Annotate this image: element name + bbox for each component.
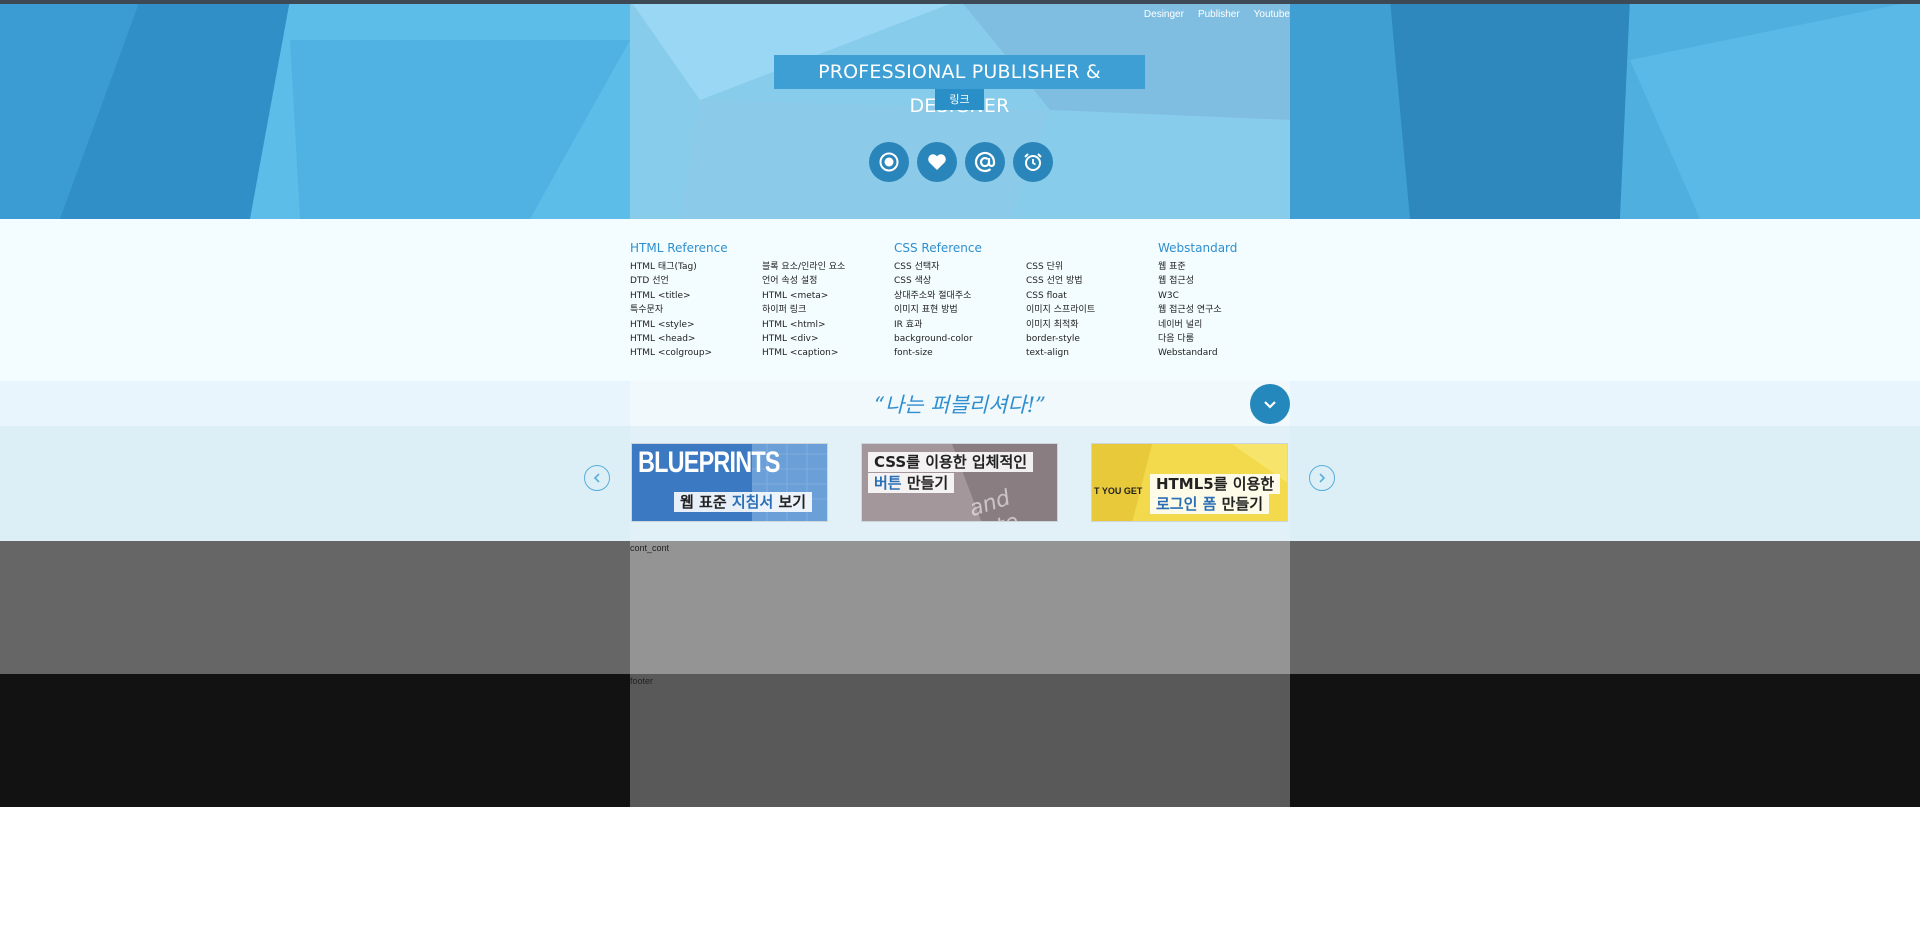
ref-link[interactable]: 특수문자 (630, 303, 728, 317)
caption-text: 보기 (773, 493, 807, 511)
ref-link[interactable]: text-align (1026, 346, 1095, 360)
caption-text: 만들기 (1216, 495, 1264, 513)
html-reference-title[interactable]: HTML Reference (630, 239, 728, 257)
banner-side-text: T YOU GET (1094, 486, 1143, 496)
heart-icon[interactable] (917, 142, 957, 182)
ref-link[interactable]: HTML 태그(Tag) (630, 260, 728, 274)
ref-link[interactable]: W3C (1158, 289, 1237, 303)
site-title: PROFESSIONAL PUBLISHER & DESIGNER (774, 55, 1145, 117)
nav-link-publisher[interactable]: Publisher (1198, 9, 1240, 20)
link-badge[interactable]: 링크 (935, 89, 984, 110)
alarm-icon[interactable] (1013, 142, 1053, 182)
banner-caption-line2: 버튼 만들기 (868, 473, 955, 493)
banner-html5-login[interactable]: T YOU GET HTML5를 이용한 로그인 폼 만들기 (1091, 443, 1288, 522)
ref-link[interactable]: 블록 요소/인라인 요소 (762, 260, 845, 274)
webstandard-list: 웹 표준 웹 접근성 W3C 웹 접근성 연구소 네이버 널리 다음 다룸 We… (1158, 260, 1237, 361)
ref-link[interactable]: Webstandard (1158, 346, 1237, 360)
chevron-right-icon (1319, 473, 1326, 483)
webstandard-title[interactable]: Webstandard (1158, 239, 1237, 257)
ref-link[interactable]: IR 효과 (894, 318, 982, 332)
css-reference-title[interactable]: CSS Reference (894, 239, 982, 257)
ref-link[interactable]: border-style (1026, 332, 1095, 346)
slogan-text: “나는 퍼블리셔다!” (874, 393, 1046, 417)
ref-link[interactable]: 네이버 널리 (1158, 318, 1237, 332)
ref-link[interactable]: 웹 접근성 연구소 (1158, 303, 1237, 317)
caption-highlight: 지침서 (731, 493, 774, 511)
ref-link[interactable]: 하이퍼 링크 (762, 303, 845, 317)
ref-link[interactable]: 언어 속성 설정 (762, 274, 845, 288)
banner-big-text: BLUEPRINTS (638, 446, 780, 479)
html-reference-list-2: 블록 요소/인라인 요소 언어 속성 설정 HTML <meta> 하이퍼 링크… (762, 260, 845, 361)
ref-link[interactable]: 다음 다룸 (1158, 332, 1237, 346)
record-icon[interactable] (869, 142, 909, 182)
caption-highlight: 버튼 (874, 474, 902, 492)
header: Desinger Publisher Youtube PROFESSIONAL … (0, 0, 1920, 219)
top-border (0, 0, 1920, 4)
webstandard-col: Webstandard 웹 표준 웹 접근성 W3C 웹 접근성 연구소 네이버… (1158, 239, 1237, 361)
css-reference-list-2: CSS 단위 CSS 선언 방법 CSS float 이미지 스프라이트 이미지… (1026, 260, 1095, 361)
reference-section: HTML Reference HTML 태그(Tag) DTD 선언 HTML … (0, 219, 1920, 381)
scroll-down-button[interactable] (1250, 384, 1290, 424)
css-reference-col-2: CSS 단위 CSS 선언 방법 CSS float 이미지 스프라이트 이미지… (1026, 260, 1095, 361)
at-icon[interactable] (965, 142, 1005, 182)
nav-link-youtube[interactable]: Youtube (1254, 9, 1290, 20)
ref-link[interactable]: 이미지 표현 방법 (894, 303, 982, 317)
html-reference-list-1: HTML 태그(Tag) DTD 선언 HTML <title> 특수문자 HT… (630, 260, 728, 361)
footer-label: footer (630, 676, 654, 686)
ref-link[interactable]: CSS 선택자 (894, 260, 982, 274)
banner-caption-line2: 로그인 폼 만들기 (1150, 494, 1270, 514)
caption-text: 웹 표준 (680, 493, 732, 511)
nav-link-designer[interactable]: Desinger (1144, 9, 1184, 20)
banner-caption-line1: HTML5를 이용한 (1150, 474, 1281, 494)
top-nav: Desinger Publisher Youtube (1144, 9, 1290, 20)
ref-link[interactable]: font-size (894, 346, 982, 360)
banner-blueprints[interactable]: BLUEPRINTS 웹 표준 지침서 보기 (631, 443, 828, 522)
ref-link[interactable]: HTML <meta> (762, 289, 845, 303)
social-icons (869, 142, 1053, 182)
slogan-section: “나는 퍼블리셔다!” (0, 381, 1920, 426)
ref-link[interactable]: 웹 접근성 (1158, 274, 1237, 288)
chevron-left-icon (593, 473, 600, 483)
banner-caption: 웹 표준 지침서 보기 (674, 492, 813, 512)
ref-link[interactable]: DTD 선언 (630, 274, 728, 288)
banner-css-button[interactable]: and inte CSS를 이용한 입체적인 버튼 만들기 (861, 443, 1058, 522)
ref-link[interactable]: HTML <div> (762, 332, 845, 346)
ref-link[interactable]: HTML <caption> (762, 346, 845, 360)
css-reference-col: CSS Reference CSS 선택자 CSS 색상 상대주소와 절대주소 … (894, 239, 982, 361)
ref-link[interactable]: CSS float (1026, 289, 1095, 303)
ref-link[interactable]: HTML <title> (630, 289, 728, 303)
caption-highlight: 로그인 폼 (1156, 495, 1217, 513)
center-column-overlay (630, 674, 1290, 807)
ref-link[interactable]: CSS 선언 방법 (1026, 274, 1095, 288)
ref-link[interactable]: CSS 색상 (894, 274, 982, 288)
html-reference-title-col: HTML Reference HTML 태그(Tag) DTD 선언 HTML … (630, 239, 728, 361)
banner-carousel: BLUEPRINTS 웹 표준 지침서 보기 and inte CSS를 이용한… (0, 426, 1920, 541)
ref-link[interactable]: HTML <style> (630, 318, 728, 332)
content-section: cont_cont (0, 541, 1920, 674)
ref-link[interactable]: 상대주소와 절대주소 (894, 289, 982, 303)
caption-text: 만들기 (901, 474, 949, 492)
chevron-down-icon (1264, 401, 1276, 409)
css-reference-list-1: CSS 선택자 CSS 색상 상대주소와 절대주소 이미지 표현 방법 IR 효… (894, 260, 982, 361)
carousel-prev-button[interactable] (584, 465, 610, 491)
ref-link[interactable]: HTML <head> (630, 332, 728, 346)
ref-link[interactable]: CSS 단위 (1026, 260, 1095, 274)
ref-link[interactable]: HTML <colgroup> (630, 346, 728, 360)
ref-link[interactable]: 이미지 스프라이트 (1026, 303, 1095, 317)
center-column-overlay (630, 541, 1290, 674)
ref-link[interactable]: HTML <html> (762, 318, 845, 332)
footer-section: footer (0, 674, 1920, 807)
ref-link[interactable]: 이미지 최적화 (1026, 318, 1095, 332)
banner-caption-line1: CSS를 이용한 입체적인 (868, 452, 1034, 472)
content-label: cont_cont (630, 543, 670, 553)
carousel-next-button[interactable] (1309, 465, 1335, 491)
ref-link[interactable]: background-color (894, 332, 982, 346)
html-reference-col-2: 블록 요소/인라인 요소 언어 속성 설정 HTML <meta> 하이퍼 링크… (762, 260, 845, 361)
ref-link[interactable]: 웹 표준 (1158, 260, 1237, 274)
